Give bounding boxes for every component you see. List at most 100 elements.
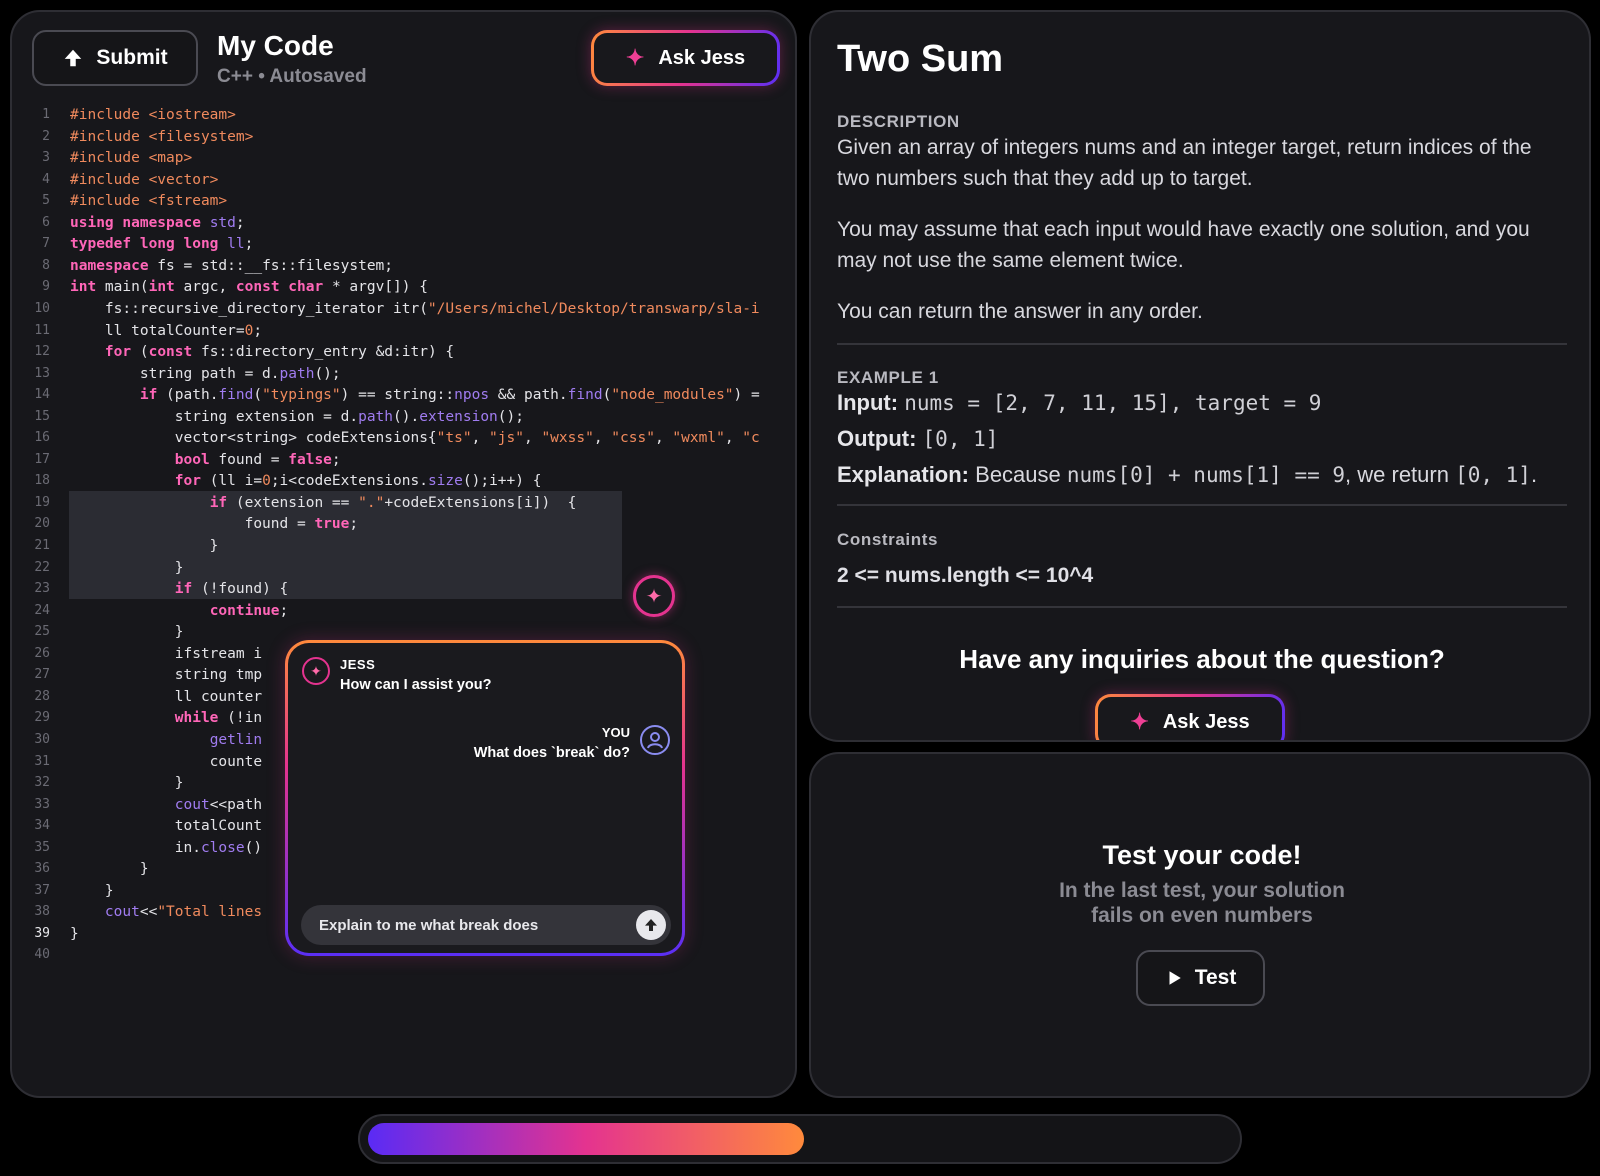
code-text: vector<string> codeExtensions{"ts", "js"… [70,430,760,447]
line-number: 35 [34,839,50,855]
test-panel: Test your code! In the last test, your s… [809,752,1591,1098]
arrow-up-icon [65,49,82,67]
send-button[interactable] [636,910,666,940]
line-number: 31 [34,753,50,769]
line-number: 17 [34,451,50,467]
user-avatar-icon [640,725,670,755]
code-line[interactable]: 12 for (const fs::directory_entry &d:itr… [12,341,795,363]
code-line[interactable]: 17 bool found = false; [12,449,795,471]
code-text: } [70,925,79,942]
line-number: 7 [42,236,50,252]
line-number: 16 [34,430,50,446]
line-number: 6 [42,214,50,230]
code-line[interactable]: 22 } [12,557,795,579]
chat-input[interactable]: Explain to me what break does [301,905,671,945]
description-para-3: You can return the answer in any order. [837,300,1203,323]
ask-jess-label: Ask Jess [658,46,746,69]
line-number: 32 [34,775,50,791]
divider [837,504,1567,506]
test-button[interactable]: Test [1136,950,1265,1006]
code-text: } [70,882,114,899]
code-editor-panel: Submit My Code C++ • Autosaved ✦ Ask Jes… [10,10,797,1098]
line-number: 27 [34,667,50,683]
example-explanation: Explanation: Because nums[0] + nums[1] =… [837,462,1538,487]
code-text: counte [70,753,263,770]
line-number: 1 [42,107,50,122]
code-line[interactable]: 9 int main(int argc, const char * argv[])… [12,276,795,298]
code-line[interactable]: 4 #include <vector> [12,169,795,191]
code-line[interactable]: 23 if (!found) { [12,578,795,600]
line-number: 5 [42,193,50,209]
code-line[interactable]: 11 ll totalCounter=0; [12,320,795,342]
chat-input-value: Explain to me what break does [319,916,539,934]
line-number: 13 [34,365,50,381]
line-number: 30 [34,731,50,747]
sparkle-icon: ✦ [1130,709,1149,734]
code-text: } [70,559,184,576]
code-line[interactable]: 1 #include <iostream> [12,104,795,126]
editor-subtitle: C++ • Autosaved [217,66,367,87]
ask-jess-label: Ask Jess [1162,710,1250,733]
ask-jess-button[interactable]: ✦ Ask Jess [1095,694,1285,740]
code-line[interactable]: 8 namespace fs = std::__fs::filesystem; [12,255,795,277]
description-para-1: Given an array of integers nums and an i… [837,136,1532,190]
editor-title: My Code [217,30,334,61]
code-line[interactable]: 20 found = true; [12,513,795,535]
line-number: 24 [34,602,50,618]
line-number: 11 [34,322,50,338]
code-text: while (!in [174,710,263,727]
code-line[interactable]: 19 if (extension == "."+codeExtensions[i… [12,492,795,514]
code-text: int main(int argc, const char * argv[]) … [70,279,428,296]
jess-chat-popup: ✦ JESS How can I assist you? YOU What do… [285,640,685,956]
description-label: DESCRIPTION [837,112,960,131]
line-number: 3 [42,150,50,166]
code-line[interactable]: 18 for (ll i=0;i<codeExtensions.size();i… [12,470,795,492]
code-line[interactable]: 15 string extension = d.path().extension… [12,406,795,428]
example-input: Input: nums = [2, 7, 11, 15], target = 9 [837,390,1322,415]
test-subtitle: In the last test, your solution fails on… [1059,879,1345,927]
code-text: } [70,538,219,554]
chat-assistant-message: How can I assist you? [340,677,492,693]
description-para-2: You may assume that each input would hav… [837,218,1530,272]
line-number: 34 [34,818,50,834]
code-text: getlin [209,731,263,748]
divider [837,343,1567,345]
code-line[interactable]: 6 using namespace std; [12,212,795,234]
problem-title: Two Sum [837,38,1004,80]
jess-avatar: ✦ [302,657,330,685]
code-line[interactable]: 16 vector<string> codeExtensions{"ts", "… [12,427,795,449]
line-number: 9 [42,279,50,295]
sparkle-icon: ✦ [625,45,645,70]
code-line[interactable]: 2 #include <filesystem> [12,126,795,148]
code-line[interactable]: 5 #include <fstream> [12,190,795,212]
code-text: for (ll i=0;i<codeExtensions.size();i++)… [174,473,542,490]
problem-panel: Two Sum DESCRIPTION Given an array of in… [809,10,1591,742]
sparkle-icon: ✦ [310,662,322,679]
code-line[interactable]: 10 fs::recursive_directory_iterator itr(… [12,298,795,320]
test-button-label: Test [1194,966,1237,989]
line-number: 4 [42,171,50,187]
chat-user-message: What does `break` do? [473,745,630,761]
code-line[interactable]: 24 continue; [12,600,795,622]
line-number: 28 [34,688,50,704]
code-line[interactable]: 14 if (path.find("typings") == string::n… [12,384,795,406]
code-text: #include <filesystem> [70,128,254,145]
inquiry-heading: Have any inquiries about the question? [959,644,1445,674]
code-line[interactable]: 21 } [12,535,795,557]
code-text: string extension = d.path().extension(); [70,408,524,425]
code-text: if (!found) { [174,581,289,598]
code-text: bool found = false; [174,451,341,468]
example-output: Output: [0, 1] [837,426,999,451]
code-line[interactable]: 7 typedef long long ll; [12,233,795,255]
test-title: Test your code! [1102,840,1302,870]
code-text: #include <fstream> [70,193,228,210]
submit-button[interactable]: Submit [32,30,198,86]
arrow-up-icon [645,919,657,931]
chat-user-name: YOU [601,725,630,740]
jess-floating-button[interactable]: ✦ [633,575,675,617]
code-text: typedef long long ll; [70,236,254,253]
code-line[interactable]: 3 #include <map> [12,147,795,169]
ask-jess-button[interactable]: ✦ Ask Jess [591,30,780,86]
code-line[interactable]: 13 string path = d.path(); [12,363,795,385]
code-text: ll counter [70,688,263,705]
